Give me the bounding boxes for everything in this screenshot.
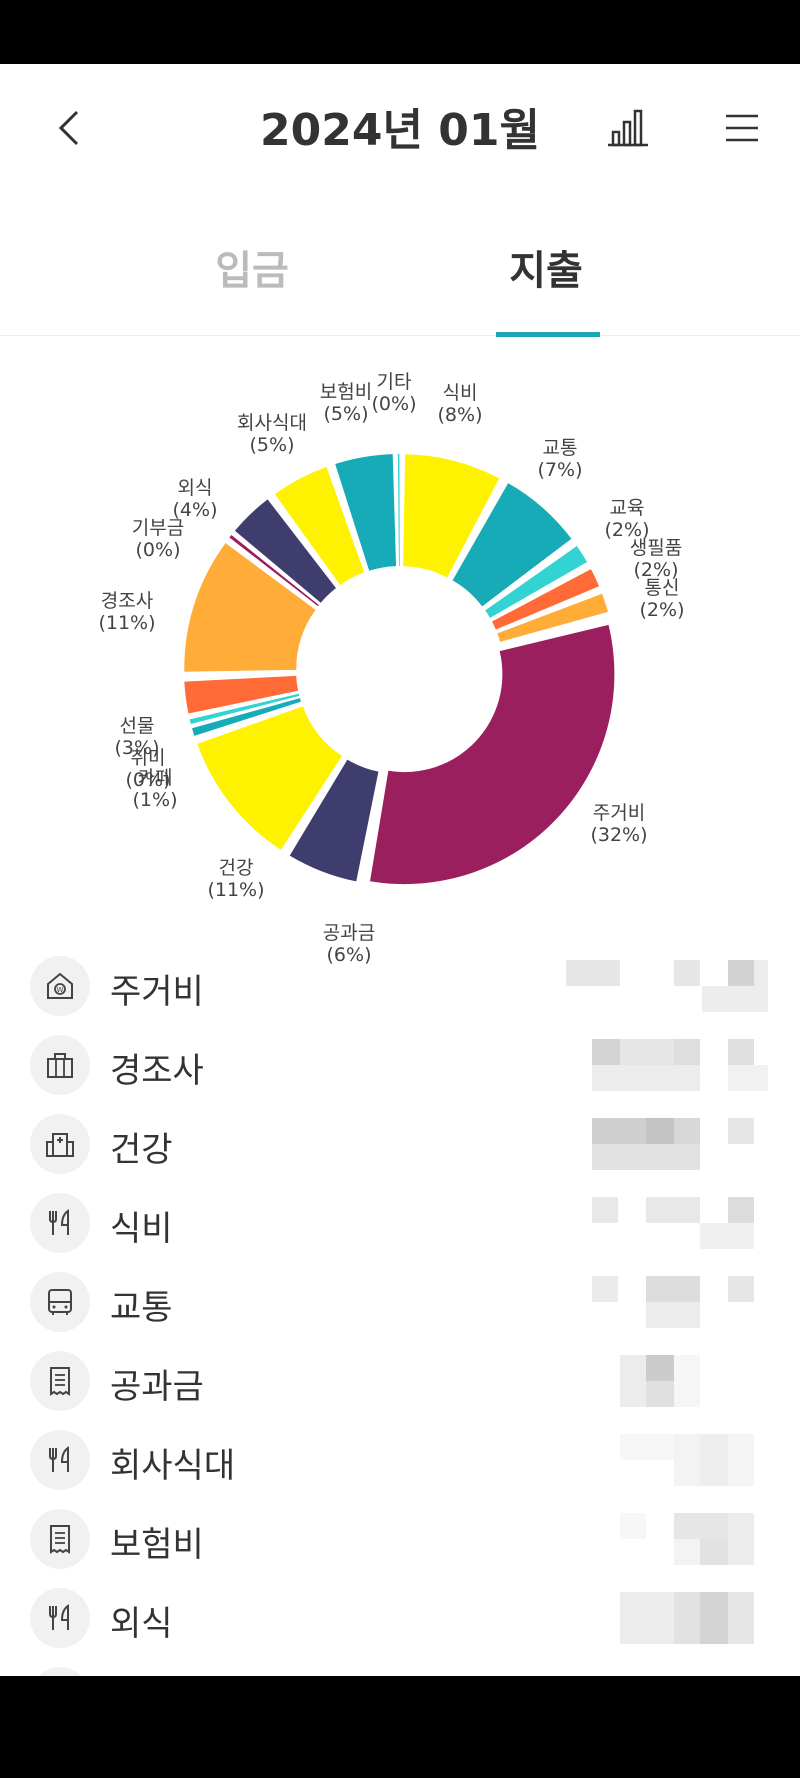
list-item-transportation[interactable]: 교통 <box>0 1262 800 1341</box>
bar-chart-icon <box>608 109 648 147</box>
active-tab-indicator <box>496 332 600 337</box>
slice-label: 외식 <box>178 477 213 499</box>
slice-percent-label: (7%) <box>538 459 583 481</box>
slice-percent-label: (3%) <box>115 737 160 759</box>
slice-label: 식비 <box>443 382 478 404</box>
donut-slice-16[interactable] <box>397 454 400 567</box>
amount-redacted <box>560 1355 770 1407</box>
amount-redacted <box>560 960 770 1012</box>
slice-label: 교통 <box>543 437 578 459</box>
tab-bar: 입금 지출 <box>0 192 800 337</box>
page-title: 2024년 01월 <box>260 105 540 156</box>
slice-label: 주거비 <box>593 802 645 824</box>
list-item-label: 주거비 <box>110 972 204 1012</box>
amount-redacted <box>560 1513 770 1565</box>
tab-expense[interactable]: 지출 <box>436 192 656 336</box>
slice-percent-label: (0%) <box>136 539 181 561</box>
donut-chart: 식비 (8%) 교통 (7%) 교육 (2%) 생필품 (2%) 통신 (2%) 주거비 (32%) 공… <box>0 354 800 974</box>
tab-income[interactable]: 입금 <box>142 192 362 336</box>
list-item-congratulations[interactable]: 경조사 <box>0 1025 800 1104</box>
slice-label: 교육 <box>610 497 645 519</box>
slice-percent-label: (4%) <box>173 499 218 521</box>
slice-label: 생필품 <box>630 537 682 559</box>
list-item-label: 외식 <box>110 1604 173 1644</box>
svg-text:W: W <box>57 986 64 994</box>
header: 2024년 01월 <box>0 64 800 192</box>
slice-label: 선물 <box>120 715 155 737</box>
list-item-label: 경조사 <box>110 1051 204 1091</box>
list-item-utilities[interactable]: 공과금 <box>0 1341 800 1420</box>
house-icon: W <box>47 972 73 999</box>
slice-label: 경조사 <box>101 590 153 612</box>
slice-label: 보험비 <box>320 381 372 403</box>
list-item-label: 식비 <box>110 1209 173 1249</box>
fork-knife-icon <box>49 1446 69 1472</box>
slice-label: 통신 <box>645 577 680 599</box>
chart-view-button[interactable] <box>600 100 656 156</box>
list-item-insurance[interactable]: 보험비 <box>0 1499 800 1578</box>
list-item-label: 건강 <box>110 1130 173 1170</box>
amount-redacted <box>560 1039 770 1091</box>
slice-percent-label: (11%) <box>207 879 264 901</box>
slice-label: 기타 <box>377 371 412 393</box>
slice-percent-label: (0%) <box>372 393 417 415</box>
screen: 2024년 01월 입금 지출 식비 (8%) 교통 (7%) 교육 (2%) 생필품 (2%… <box>0 64 800 1676</box>
slice-percent-label: (11%) <box>98 612 155 634</box>
amount-redacted <box>560 1118 770 1170</box>
fork-knife-icon <box>49 1604 69 1630</box>
donut-chart-svg: 식비(8%)교통(7%)교육(2%)생필품(2%)통신(2%)주거비(32%)공… <box>98 371 685 966</box>
slice-percent-label: (2%) <box>640 599 685 621</box>
amount-redacted <box>560 1434 770 1486</box>
slice-percent-label: (5%) <box>250 434 295 456</box>
hamburger-menu-icon <box>726 114 758 142</box>
list-item-health[interactable]: 건강 <box>0 1104 800 1183</box>
slice-label: 건강 <box>219 857 254 879</box>
amount-redacted <box>560 1276 770 1328</box>
list-item-label: 회사식대 <box>110 1446 236 1486</box>
slice-percent-label: (5%) <box>324 403 369 425</box>
amount-redacted <box>560 1592 770 1644</box>
list-item-housing[interactable]: W 주거비 <box>0 946 800 1025</box>
list-item-company-meal[interactable]: 회사식대 <box>0 1420 800 1499</box>
bus-icon <box>48 1289 72 1315</box>
donut-slice-5[interactable] <box>370 624 615 885</box>
slice-percent-label: (1%) <box>133 789 178 811</box>
slice-label: 공과금 <box>323 922 375 944</box>
list-item-food[interactable]: 식비 <box>0 1183 800 1262</box>
list-item-label: 보험비 <box>110 1525 204 1565</box>
slice-percent-label: (8%) <box>438 404 483 426</box>
list-item-dining-out[interactable]: 외식 <box>0 1578 800 1657</box>
menu-button[interactable] <box>714 100 770 156</box>
amount-redacted <box>560 1197 770 1249</box>
slice-percent-label: (0%) <box>126 769 171 791</box>
receipt-icon <box>50 1525 70 1554</box>
gift-box-icon <box>47 1053 73 1078</box>
list-item-label: 교통 <box>110 1288 173 1328</box>
slice-label: 회사식대 <box>237 412 307 434</box>
slice-percent-label: (32%) <box>590 824 647 846</box>
list-item-partial <box>0 1657 800 1676</box>
receipt-icon <box>50 1367 70 1396</box>
hospital-icon <box>46 1133 74 1157</box>
list-item-label: 공과금 <box>110 1367 204 1407</box>
fork-knife-icon <box>49 1209 69 1235</box>
